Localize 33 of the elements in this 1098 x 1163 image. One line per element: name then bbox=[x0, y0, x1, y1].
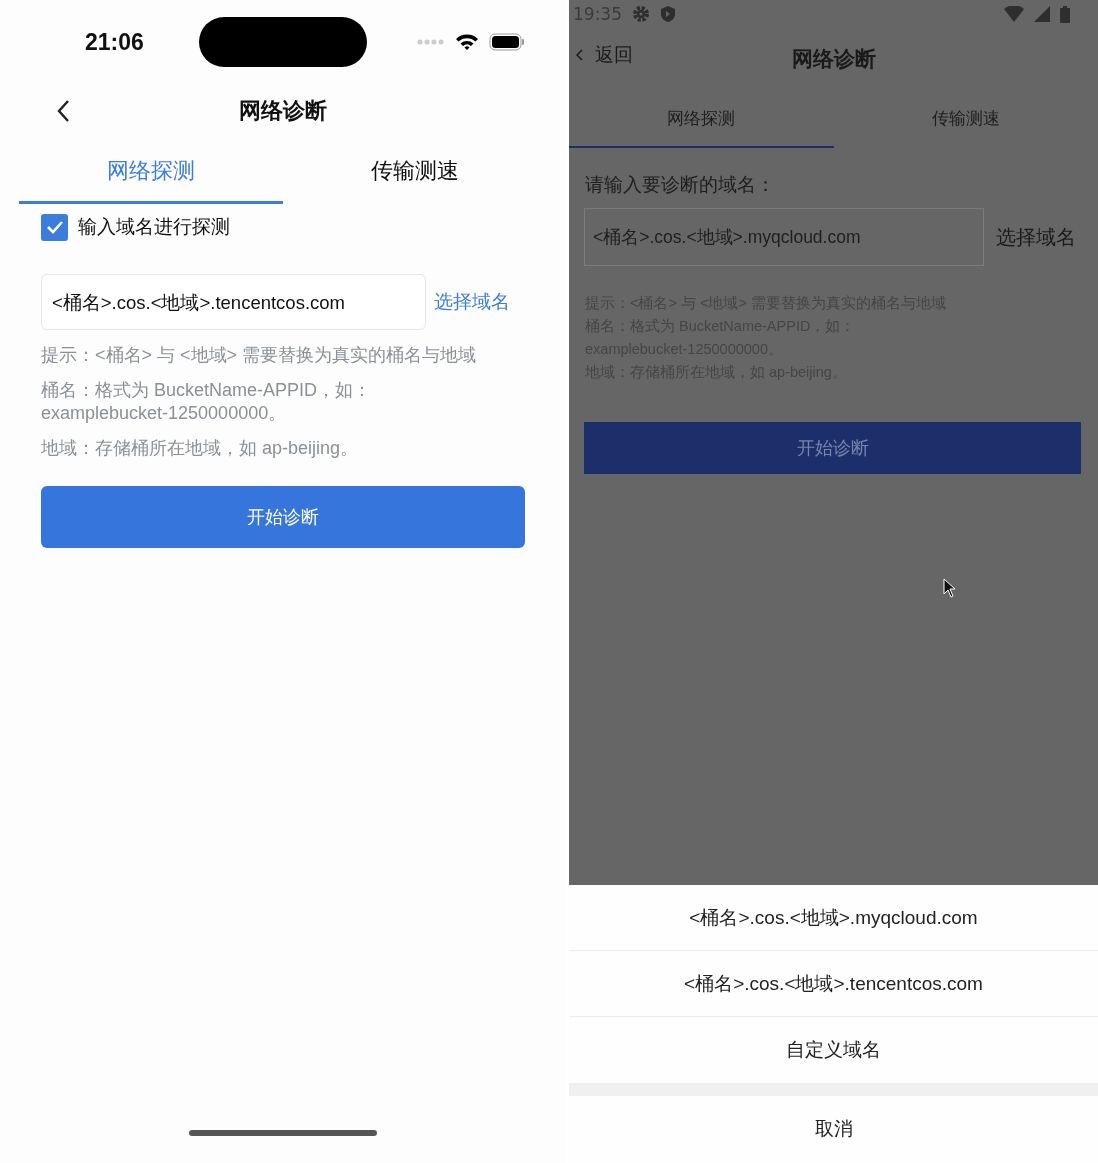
chevron-left-icon bbox=[575, 49, 583, 61]
select-domain-button[interactable]: 选择域名 bbox=[996, 223, 1076, 251]
hint-text: 地域：存储桶所在地域，如 ap-beijing。 bbox=[41, 437, 360, 460]
mouse-cursor-icon bbox=[943, 578, 957, 598]
signal-icon bbox=[1034, 6, 1050, 22]
page-title: 网络诊断 bbox=[791, 46, 876, 73]
shield-icon bbox=[660, 5, 676, 23]
battery-icon bbox=[489, 33, 525, 51]
status-time: 21:06 bbox=[85, 28, 145, 56]
checkbox-label: 输入域名进行探测 bbox=[78, 214, 230, 239]
hint-text: 提示：<桶名> 与 <地域> 需要替换为真实的桶名与地域 bbox=[41, 344, 478, 367]
signal-dots-icon bbox=[417, 39, 445, 45]
tab[interactable]: 网络探测 bbox=[19, 148, 283, 204]
page-title: 网络诊断 bbox=[238, 97, 327, 125]
battery-icon bbox=[1060, 5, 1070, 23]
back-button[interactable]: 返回 bbox=[575, 42, 633, 68]
select-domain-link[interactable]: 选择域名 bbox=[434, 289, 510, 315]
probe-checkbox[interactable] bbox=[41, 213, 68, 241]
start-button[interactable]: 开始诊断 bbox=[584, 422, 1081, 474]
wifi-icon bbox=[455, 33, 479, 51]
domain-field[interactable]: <桶名>.cos.<地域>.myqcloud.com bbox=[584, 208, 984, 266]
tab[interactable]: 网络探测 bbox=[569, 90, 834, 148]
tab[interactable]: 传输测速 bbox=[283, 148, 547, 204]
checkmark-icon bbox=[45, 220, 64, 234]
chevron-left-icon bbox=[56, 99, 70, 123]
domain-prompt: 请输入要诊断的域名： bbox=[585, 172, 776, 197]
domain-field[interactable]: <桶名>.cos.<地域>.tencentcos.com bbox=[41, 274, 426, 330]
wifi-icon bbox=[1004, 6, 1024, 22]
hint-text: 桶名：格式为 BucketName-APPID，如： bbox=[41, 379, 373, 402]
start-button[interactable]: 开始诊断 bbox=[41, 486, 525, 548]
gear-icon bbox=[632, 5, 650, 23]
tab[interactable]: 传输测速 bbox=[833, 90, 1098, 148]
hint-text: examplebucket-1250000000。 bbox=[41, 402, 288, 425]
